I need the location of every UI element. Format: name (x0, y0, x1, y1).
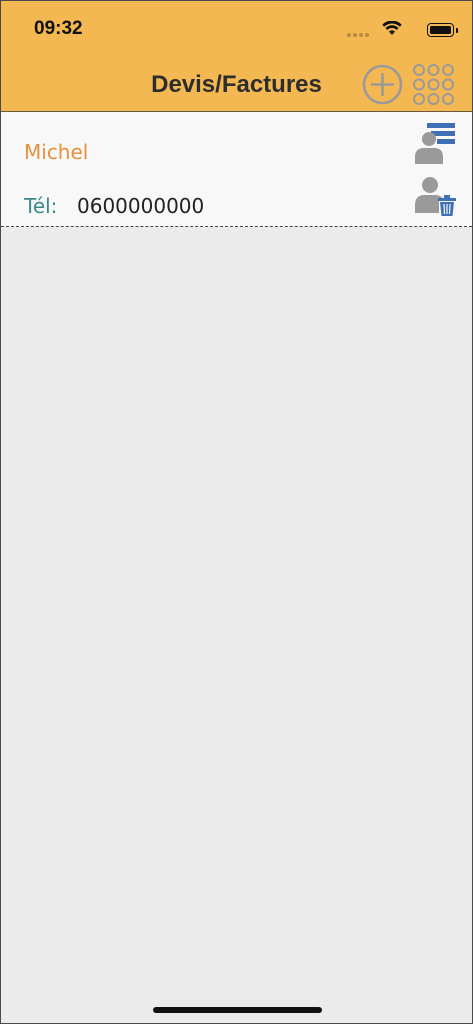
status-time: 09:32 (34, 18, 83, 39)
client-documents-button[interactable] (413, 121, 457, 165)
status-indicators (334, 19, 458, 39)
home-indicator[interactable] (153, 1007, 322, 1013)
user-list-icon (415, 123, 455, 164)
delete-client-button[interactable] (413, 175, 457, 219)
wifi-icon (382, 21, 402, 35)
plus-circle-icon (362, 64, 403, 105)
battery-icon (427, 23, 458, 37)
phone-value: 0600000000 (77, 194, 205, 218)
header-bar: 09:32 Devis/Factures (1, 1, 472, 112)
user-delete-icon (415, 177, 456, 216)
client-name: Michel (24, 140, 89, 164)
grid-dots-icon (413, 64, 454, 105)
menu-grid-button[interactable] (412, 63, 455, 106)
client-row[interactable]: Michel Tél: 0600000000 (1, 112, 472, 227)
phone-label: Tél: (24, 194, 58, 218)
add-button[interactable] (362, 64, 403, 105)
signal-icon (347, 33, 369, 37)
app-screen: 09:32 Devis/Factures Michel Tél: 0600000… (0, 0, 473, 1024)
